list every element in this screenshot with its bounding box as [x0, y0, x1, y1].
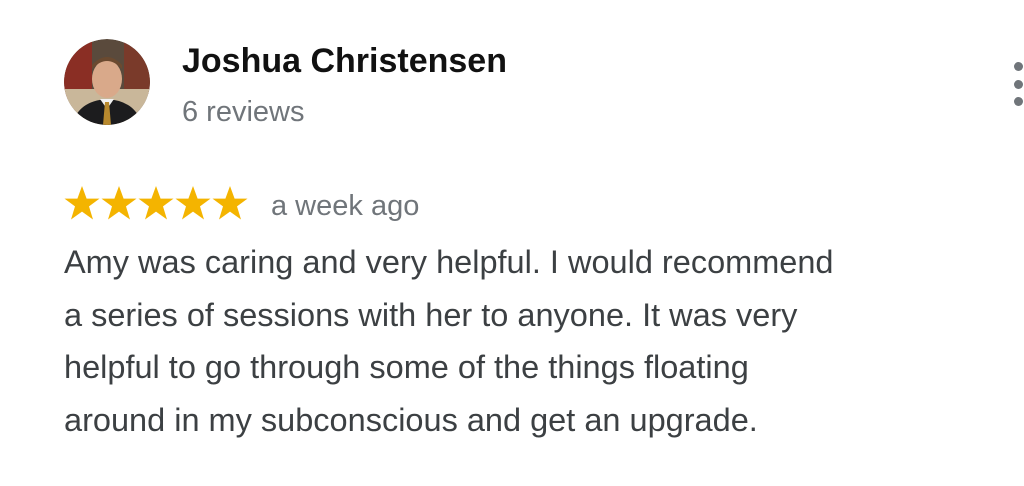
star-icon [101, 184, 137, 224]
reviewer-name[interactable]: Joshua Christensen [182, 40, 507, 82]
profile-photo [64, 39, 150, 125]
star-icon [138, 184, 174, 224]
review-body: Amy was caring and very helpful. I would… [64, 244, 834, 438]
avatar[interactable] [64, 39, 150, 125]
menu-dot [1013, 79, 1023, 89]
more-vertical-icon[interactable] [1012, 62, 1024, 106]
star-icon [64, 184, 100, 224]
menu-dot [1013, 62, 1023, 71]
reviewer-review-count: 6 reviews [182, 96, 305, 128]
star-rating [64, 184, 248, 224]
review-timestamp: a week ago [271, 190, 420, 222]
menu-dot [1013, 97, 1023, 106]
star-icon [212, 184, 248, 224]
star-icon [175, 184, 211, 224]
